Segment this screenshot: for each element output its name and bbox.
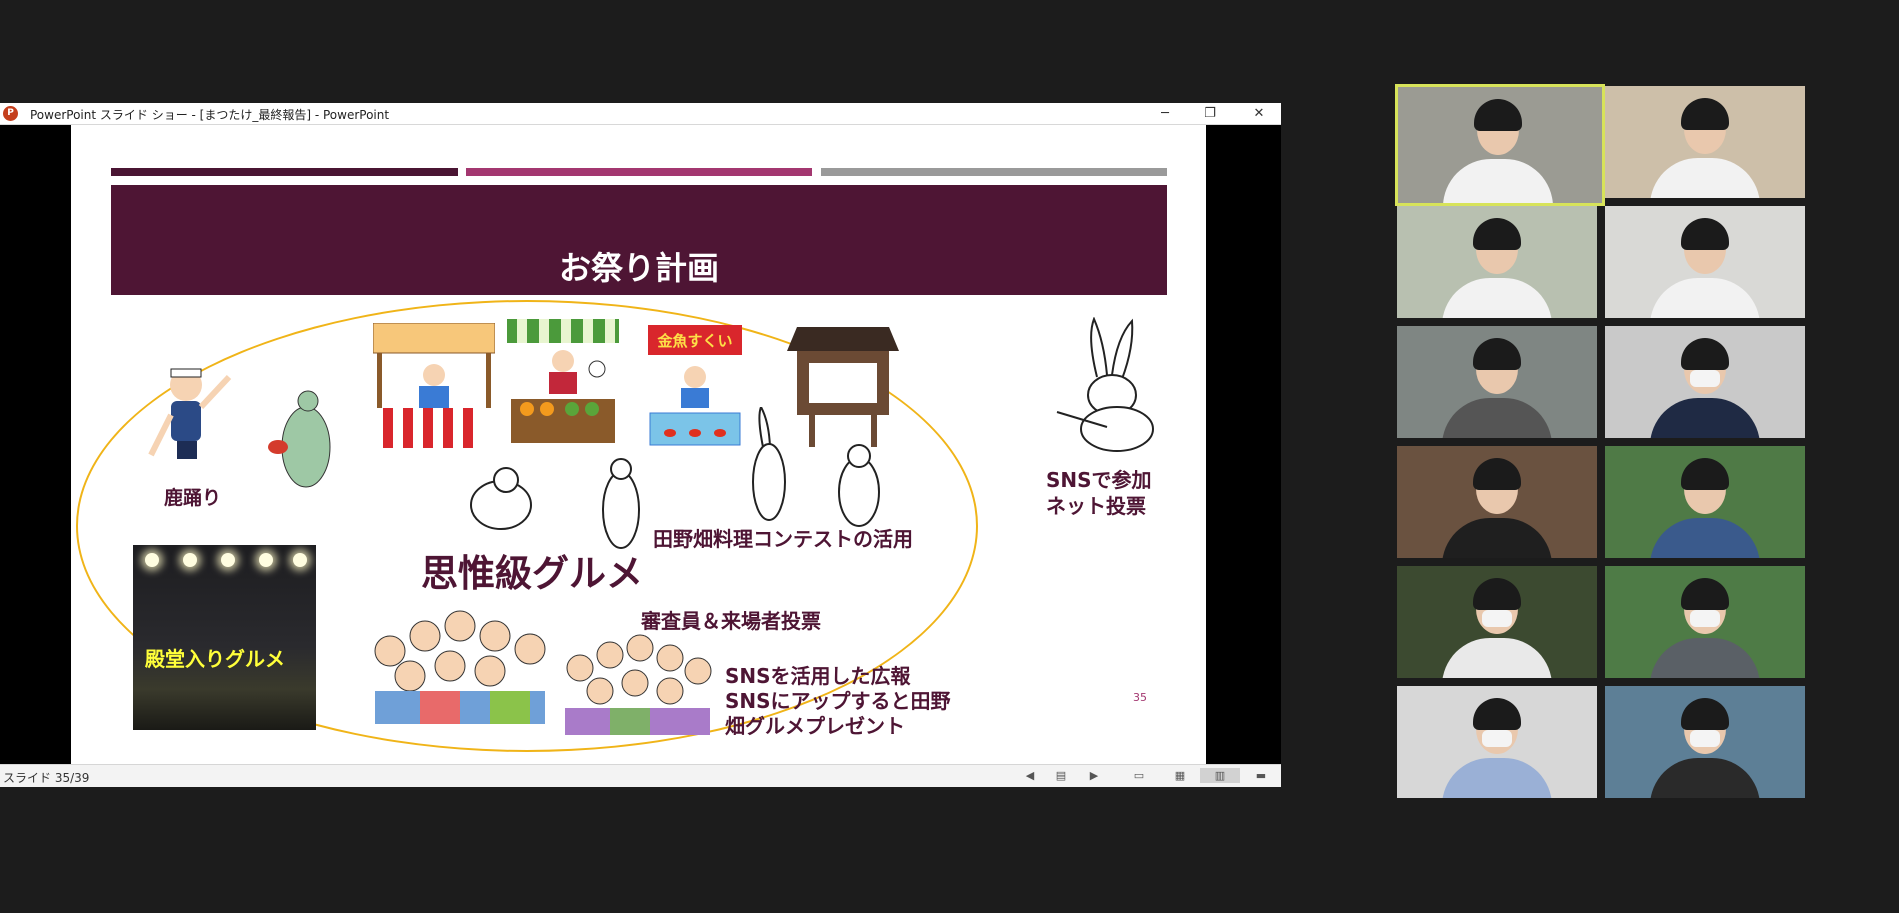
participant-body [1442, 758, 1552, 798]
powerpoint-window: P PowerPoint スライド ショー - [まつたけ_最終報告] - Po… [0, 103, 1281, 787]
participant-body [1442, 398, 1552, 438]
window-title: PowerPoint スライド ショー - [まつたけ_最終報告] - Powe… [30, 108, 390, 122]
participant-body [1650, 518, 1760, 558]
contest-label: 田野畑料理コンテストの活用 [653, 527, 913, 551]
face-mask [1690, 730, 1720, 747]
slide-sorter-icon[interactable]: ▦ [1172, 768, 1188, 783]
participant-body [1443, 159, 1553, 203]
sns-pr-label: 畑グルメプレゼント [725, 714, 905, 738]
participant-video-tile[interactable] [1605, 206, 1805, 318]
slide-counter: スライド 35/39 [3, 771, 90, 785]
judges-vote-label: 審査員＆来場者投票 [641, 609, 821, 633]
participant-video-tile[interactable] [1605, 566, 1805, 678]
participant-hair [1473, 458, 1521, 490]
deer-dancer-illustration [148, 368, 232, 459]
participant-video-tile[interactable] [1605, 446, 1805, 558]
stage-light-icon [221, 553, 235, 567]
participant-hair [1473, 698, 1521, 730]
face-mask [1690, 610, 1720, 627]
participant-body [1650, 278, 1760, 318]
accent-bar [466, 168, 812, 176]
participant-hair [1681, 578, 1729, 610]
title-bar: P PowerPoint スライド ショー - [まつたけ_最終報告] - Po… [0, 103, 1281, 125]
participant-video-tile[interactable] [1605, 686, 1805, 798]
accent-bar [821, 168, 1167, 176]
slide-number: 35 [1133, 691, 1147, 704]
participant-hair [1473, 578, 1521, 610]
vegetable-stall-illustration [507, 319, 619, 443]
participant-video-tile[interactable] [1395, 84, 1605, 206]
title-banner: お祭り計画 [111, 185, 1167, 295]
reading-view-icon[interactable]: ▥ [1200, 768, 1240, 783]
food-stall-illustration [373, 323, 495, 448]
goldfish-sign-text: 金魚すくい [656, 332, 732, 350]
participant-hair [1681, 698, 1729, 730]
powerpoint-logo-icon: P [3, 106, 18, 121]
status-bar: スライド 35/39 ◀ ▤ ▶ ▭ ▦ ▥ ▬ [0, 764, 1281, 787]
frog-arms-crossed-illustration [838, 444, 880, 527]
participant-body [1650, 758, 1760, 798]
participant-hair [1681, 338, 1729, 370]
participant-video-tile[interactable] [1397, 686, 1597, 798]
participant-hair [1473, 338, 1521, 370]
participant-body [1650, 158, 1760, 198]
rabbit-illustration [1056, 317, 1154, 452]
slide-title: お祭り計画 [558, 249, 719, 287]
frog-standing-illustration [602, 458, 640, 549]
participant-video-tile[interactable] [1397, 326, 1597, 438]
participant-body [1442, 518, 1552, 558]
sns-vote-label: ネット投票 [1046, 494, 1146, 518]
face-mask [1482, 730, 1512, 747]
participant-body [1442, 638, 1552, 678]
participant-video-tile[interactable] [1397, 446, 1597, 558]
menu-icon[interactable]: ▤ [1053, 768, 1069, 783]
participant-video-tile[interactable] [1397, 206, 1597, 318]
crowd-illustration [374, 610, 546, 724]
participant-body [1442, 278, 1552, 318]
normal-view-icon[interactable]: ▭ [1131, 768, 1147, 783]
stage-light-icon [293, 553, 307, 567]
prev-icon[interactable]: ◀ [1022, 768, 1038, 783]
minimize-button[interactable]: ─ [1143, 103, 1187, 124]
frog-cooking-illustration [470, 467, 532, 530]
participant-hair [1473, 218, 1521, 250]
sns-vote-label: SNSで参加 [1046, 468, 1152, 492]
participant-video-tile[interactable] [1605, 86, 1805, 198]
participant-hair [1681, 98, 1729, 130]
frog-illustration [268, 390, 331, 488]
participant-video-tile[interactable] [1397, 566, 1597, 678]
face-mask [1482, 610, 1512, 627]
close-button[interactable]: ✕ [1237, 103, 1281, 124]
stage-light-icon [183, 553, 197, 567]
shikaodori-label: 鹿踊り [164, 487, 222, 509]
participant-hair [1474, 99, 1522, 131]
stage-image: 殿堂入りグルメ [133, 545, 316, 730]
stage-light-icon [259, 553, 273, 567]
stage-light-icon [145, 553, 159, 567]
participant-hair [1681, 218, 1729, 250]
slide[interactable]: お祭り計画 金魚すくい 殿堂入りグルメ 鹿踊り SNSで参加 ネット投票 田野畑… [71, 125, 1206, 765]
participant-body [1650, 398, 1760, 438]
hall-of-fame-label: 殿堂入りグルメ [145, 647, 285, 671]
slideshow-icon[interactable]: ▬ [1253, 768, 1269, 783]
participant-body [1650, 638, 1760, 678]
restore-button[interactable]: ❐ [1188, 103, 1232, 124]
accent-bar [111, 168, 458, 176]
notice-board-illustration [787, 327, 899, 447]
participant-video-tile[interactable] [1605, 326, 1805, 438]
next-icon[interactable]: ▶ [1086, 768, 1102, 783]
goldfish-stall-illustration: 金魚すくい [648, 325, 742, 446]
gourmet-label: 思惟級グルメ [421, 552, 643, 595]
rabbit-standing-illustration [752, 407, 786, 521]
face-mask [1690, 370, 1720, 387]
participant-hair [1681, 458, 1729, 490]
